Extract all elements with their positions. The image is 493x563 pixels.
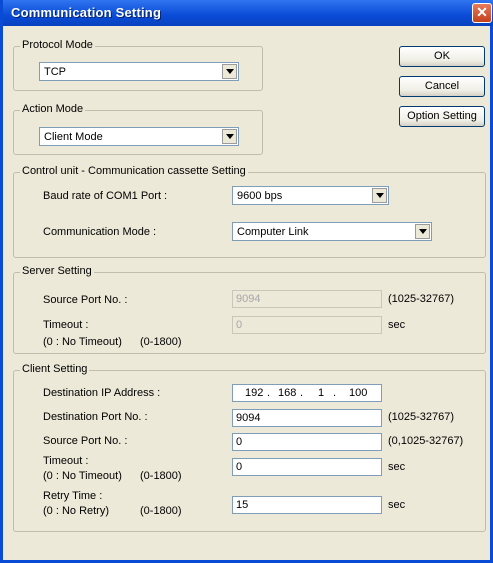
server-timeout-note: (0 : No Timeout) <box>43 336 122 348</box>
client-timeout-range: (0-1800) <box>140 470 182 482</box>
server-source-port-range: (1025-32767) <box>388 293 455 305</box>
server-timeout-range: (0-1800) <box>140 336 182 348</box>
close-button[interactable]: ✕ <box>472 3 492 23</box>
baud-rate-label: Baud rate of COM1 Port : <box>43 190 168 202</box>
client-source-port-label: Source Port No. : <box>43 435 128 447</box>
chevron-down-icon[interactable] <box>372 188 387 203</box>
ip-octet-2: 168 <box>278 387 297 399</box>
ip-octet-4: 100 <box>349 387 368 399</box>
destination-ip-input[interactable]: 192 . 168 . 1 . 100 <box>232 384 382 402</box>
chevron-down-icon[interactable] <box>222 129 237 144</box>
destination-ip-label: Destination IP Address : <box>43 387 161 399</box>
control-unit-label: Control unit - Communication cassette Se… <box>20 165 248 177</box>
baud-rate-value: 9600 bps <box>237 190 283 202</box>
client-setting-label: Client Setting <box>20 363 90 375</box>
ok-button[interactable]: OK <box>399 46 485 67</box>
action-mode-group: Action Mode Client Mode <box>13 103 263 155</box>
cancel-button[interactable]: Cancel <box>399 76 485 97</box>
protocol-mode-value: TCP <box>44 66 66 78</box>
retry-time-input[interactable]: 15 <box>232 496 382 514</box>
close-icon: ✕ <box>476 4 488 20</box>
server-timeout-unit: sec <box>388 319 406 331</box>
option-setting-button[interactable]: Option Setting <box>399 106 485 127</box>
protocol-mode-group: Protocol Mode TCP <box>13 39 263 91</box>
client-setting-group: Client Setting Destination IP Address : … <box>13 363 486 532</box>
action-mode-value: Client Mode <box>44 131 103 143</box>
communication-setting-dialog: Communication Setting ✕ OK Cancel Option… <box>0 0 493 563</box>
chevron-down-icon[interactable] <box>415 224 430 239</box>
title-bar[interactable]: Communication Setting ✕ <box>3 0 493 26</box>
server-source-port-label: Source Port No. : <box>43 294 128 306</box>
control-unit-group: Control unit - Communication cassette Se… <box>13 165 486 258</box>
chevron-down-icon[interactable] <box>222 64 237 79</box>
client-timeout-input[interactable]: 0 <box>232 458 382 476</box>
client-timeout-unit: sec <box>388 461 406 473</box>
communication-mode-label: Communication Mode : <box>43 226 157 238</box>
ip-octet-3: 1 <box>318 387 325 399</box>
client-timeout-note: (0 : No Timeout) <box>43 470 122 482</box>
destination-port-label: Destination Port No. : <box>43 411 148 423</box>
retry-time-note: (0 : No Retry) <box>43 505 110 517</box>
communication-mode-value: Computer Link <box>237 226 309 238</box>
baud-rate-select[interactable]: 9600 bps <box>232 186 389 205</box>
ip-octet-1: 192 <box>245 387 264 399</box>
communication-mode-select[interactable]: Computer Link <box>232 222 432 241</box>
window-title: Communication Setting <box>11 5 162 20</box>
destination-port-range: (1025-32767) <box>388 411 455 423</box>
client-timeout-label: Timeout : <box>43 455 89 467</box>
protocol-mode-label: Protocol Mode <box>20 39 95 51</box>
action-mode-label: Action Mode <box>20 103 86 115</box>
retry-time-range: (0-1800) <box>140 505 182 517</box>
client-source-port-input[interactable]: 0 <box>232 433 382 451</box>
server-setting-label: Server Setting <box>20 265 94 277</box>
destination-port-input[interactable]: 9094 <box>232 409 382 427</box>
retry-time-unit: sec <box>388 499 406 511</box>
server-source-port-input[interactable]: 9094 <box>232 290 382 308</box>
server-timeout-label: Timeout : <box>43 319 89 331</box>
action-mode-select[interactable]: Client Mode <box>39 127 239 146</box>
protocol-mode-select[interactable]: TCP <box>39 62 239 81</box>
server-setting-group: Server Setting Source Port No. : 9094 (1… <box>13 265 486 354</box>
retry-time-label: Retry Time : <box>43 490 103 502</box>
client-source-port-range: (0,1025-32767) <box>388 435 464 447</box>
server-timeout-input[interactable]: 0 <box>232 316 382 334</box>
